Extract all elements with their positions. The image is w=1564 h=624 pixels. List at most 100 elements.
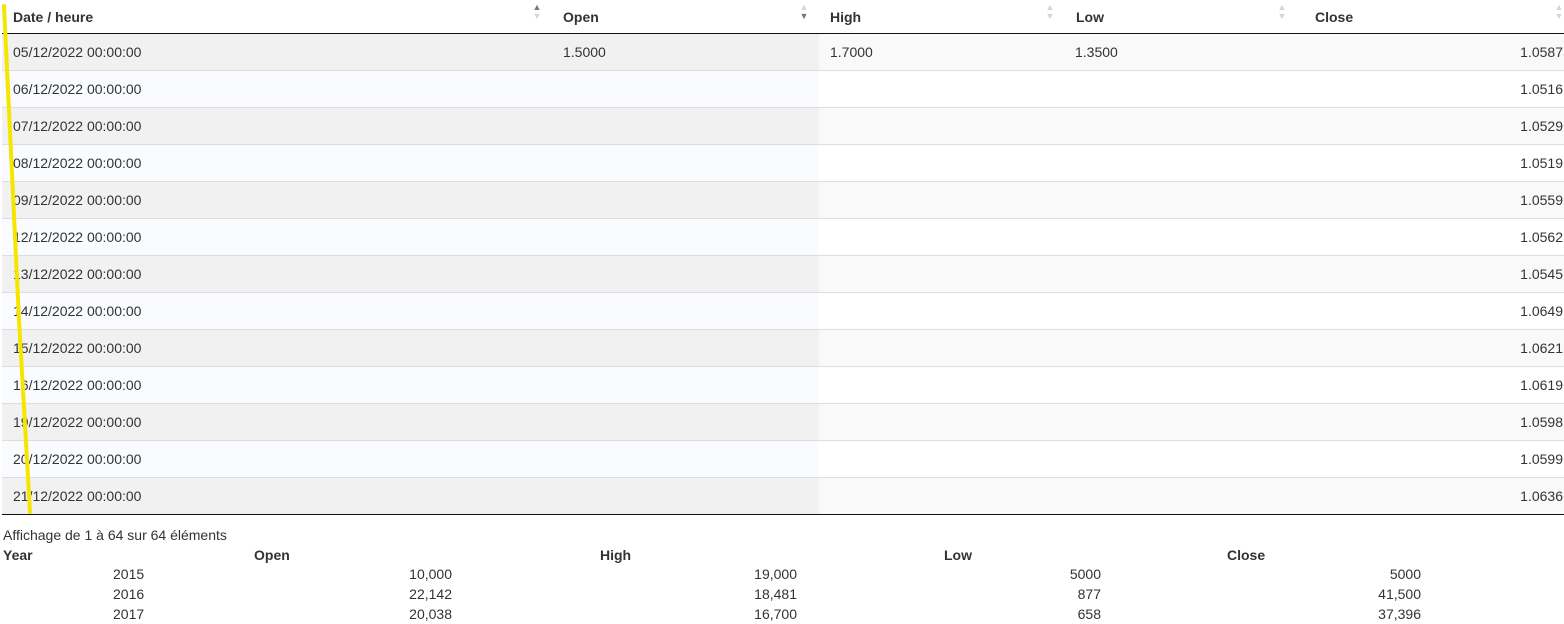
table-info-text: Affichage de 1 à 64 sur 64 éléments — [3, 527, 227, 543]
cell-low — [1065, 292, 1297, 330]
summary-cell-close: 37,396 — [1378, 606, 1421, 622]
table-row[interactable]: 05/12/2022 00:00:00 1.5000 1.7000 1.3500… — [2, 33, 1564, 71]
cell-low — [1065, 218, 1297, 256]
cell-open — [552, 181, 819, 219]
summary-row: 2016 22,142 18,481 877 41,500 — [3, 584, 1564, 604]
table-row[interactable]: 09/12/2022 00:00:00 1.0559 — [2, 181, 1564, 219]
cell-open: 1.5000 — [552, 33, 819, 71]
cell-high — [819, 181, 1065, 219]
column-header-high[interactable]: High ▲ ▼ — [819, 0, 1065, 34]
cell-low — [1065, 366, 1297, 404]
table-row[interactable]: 19/12/2022 00:00:00 1.0598 — [2, 403, 1564, 441]
cell-low: 1.3500 — [1065, 33, 1297, 71]
summary-cell-open: 22,142 — [409, 586, 452, 602]
cell-open — [552, 403, 819, 441]
cell-open — [552, 255, 819, 293]
cell-open — [552, 107, 819, 145]
cell-close: 1.0619 — [1297, 366, 1564, 404]
cell-low — [1065, 477, 1297, 515]
column-header-low[interactable]: Low ▲ ▼ — [1065, 0, 1297, 34]
summary-cell-high: 16,700 — [754, 606, 797, 622]
column-header-low-label: Low — [1076, 8, 1104, 25]
cell-date: 07/12/2022 00:00:00 — [2, 107, 552, 145]
cell-low — [1065, 70, 1297, 108]
cell-open — [552, 366, 819, 404]
table-row[interactable]: 21/12/2022 00:00:00 1.0636 — [2, 477, 1564, 515]
summary-cell-high: 19,000 — [754, 566, 797, 582]
cell-open — [552, 292, 819, 330]
cell-close: 1.0545 — [1297, 255, 1564, 293]
cell-low — [1065, 329, 1297, 367]
cell-low — [1065, 403, 1297, 441]
sort-desc-active-icon: ▲ ▼ — [799, 2, 809, 21]
cell-high — [819, 440, 1065, 478]
cell-close: 1.0621 — [1297, 329, 1564, 367]
summary-row: 2015 10,000 19,000 5000 5000 — [3, 564, 1564, 584]
cell-high — [819, 292, 1065, 330]
cell-high — [819, 477, 1065, 515]
table-row[interactable]: 14/12/2022 00:00:00 1.0649 — [2, 292, 1564, 330]
cell-close: 1.0636 — [1297, 477, 1564, 515]
sort-icon: ▲ ▼ — [1554, 2, 1564, 21]
summary-header-year: Year — [3, 547, 33, 563]
cell-low — [1065, 107, 1297, 145]
cell-date: 20/12/2022 00:00:00 — [2, 440, 552, 478]
column-header-close[interactable]: Close ▲ ▼ — [1297, 0, 1564, 34]
column-header-date-label: Date / heure — [13, 8, 94, 25]
cell-date: 14/12/2022 00:00:00 — [2, 292, 552, 330]
table-row[interactable]: 15/12/2022 00:00:00 1.0621 — [2, 329, 1564, 367]
summary-header-open: Open — [254, 547, 290, 563]
cell-low — [1065, 181, 1297, 219]
table-row[interactable]: 06/12/2022 00:00:00 1.0516 — [2, 70, 1564, 108]
cell-date: 21/12/2022 00:00:00 — [2, 477, 552, 515]
cell-date: 08/12/2022 00:00:00 — [2, 144, 552, 182]
cell-low — [1065, 255, 1297, 293]
cell-date: 16/12/2022 00:00:00 — [2, 366, 552, 404]
table-row[interactable]: 13/12/2022 00:00:00 1.0545 — [2, 255, 1564, 293]
summary-cell-low: 658 — [1077, 606, 1101, 622]
cell-high — [819, 329, 1065, 367]
cell-open — [552, 440, 819, 478]
cell-date: 19/12/2022 00:00:00 — [2, 403, 552, 441]
cell-date: 05/12/2022 00:00:00 — [2, 33, 552, 71]
cell-high — [819, 70, 1065, 108]
table-row[interactable]: 07/12/2022 00:00:00 1.0529 — [2, 107, 1564, 145]
cell-date: 06/12/2022 00:00:00 — [2, 70, 552, 108]
summary-cell-open: 20,038 — [409, 606, 452, 622]
sort-asc-active-icon: ▲ ▼ — [532, 2, 542, 21]
cell-date: 12/12/2022 00:00:00 — [2, 218, 552, 256]
summary-cell-year: 2015 — [113, 566, 145, 582]
cell-high — [819, 366, 1065, 404]
column-header-date[interactable]: Date / heure ▲ ▼ — [2, 0, 552, 34]
table-row[interactable]: 20/12/2022 00:00:00 1.0599 — [2, 440, 1564, 478]
column-header-high-label: High — [830, 8, 862, 25]
cell-close: 1.0559 — [1297, 181, 1564, 219]
summary-cell-year: 2016 — [113, 586, 145, 602]
price-table-header-row: Date / heure ▲ ▼ Open ▲ ▼ High ▲ ▼ Low ▲ ▼ C… — [2, 0, 1564, 34]
summary-cell-open: 10,000 — [409, 566, 452, 582]
cell-open — [552, 218, 819, 256]
column-header-close-label: Close — [1315, 8, 1354, 25]
cell-open — [552, 70, 819, 108]
cell-low — [1065, 144, 1297, 182]
cell-close: 1.0562 — [1297, 218, 1564, 256]
summary-cell-close: 5000 — [1389, 566, 1421, 582]
summary-header-row: Year Open High Low Close — [3, 546, 1564, 564]
table-row[interactable]: 08/12/2022 00:00:00 1.0519 — [2, 144, 1564, 182]
cell-high — [819, 403, 1065, 441]
cell-close: 1.0587 — [1297, 33, 1564, 71]
summary-row: 2017 20,038 16,700 658 37,396 — [3, 604, 1564, 624]
cell-close: 1.0529 — [1297, 107, 1564, 145]
cell-high: 1.7000 — [819, 33, 1065, 71]
price-table: Date / heure ▲ ▼ Open ▲ ▼ High ▲ ▼ Low ▲ ▼ C… — [2, 0, 1564, 515]
summary-cell-close: 41,500 — [1378, 586, 1421, 602]
summary-cell-low: 877 — [1077, 586, 1101, 602]
sort-icon: ▲ ▼ — [1045, 2, 1055, 21]
cell-close: 1.0598 — [1297, 403, 1564, 441]
table-row[interactable]: 12/12/2022 00:00:00 1.0562 — [2, 218, 1564, 256]
table-row[interactable]: 16/12/2022 00:00:00 1.0619 — [2, 366, 1564, 404]
cell-date: 09/12/2022 00:00:00 — [2, 181, 552, 219]
column-header-open[interactable]: Open ▲ ▼ — [552, 0, 819, 34]
cell-open — [552, 144, 819, 182]
cell-close: 1.0516 — [1297, 70, 1564, 108]
